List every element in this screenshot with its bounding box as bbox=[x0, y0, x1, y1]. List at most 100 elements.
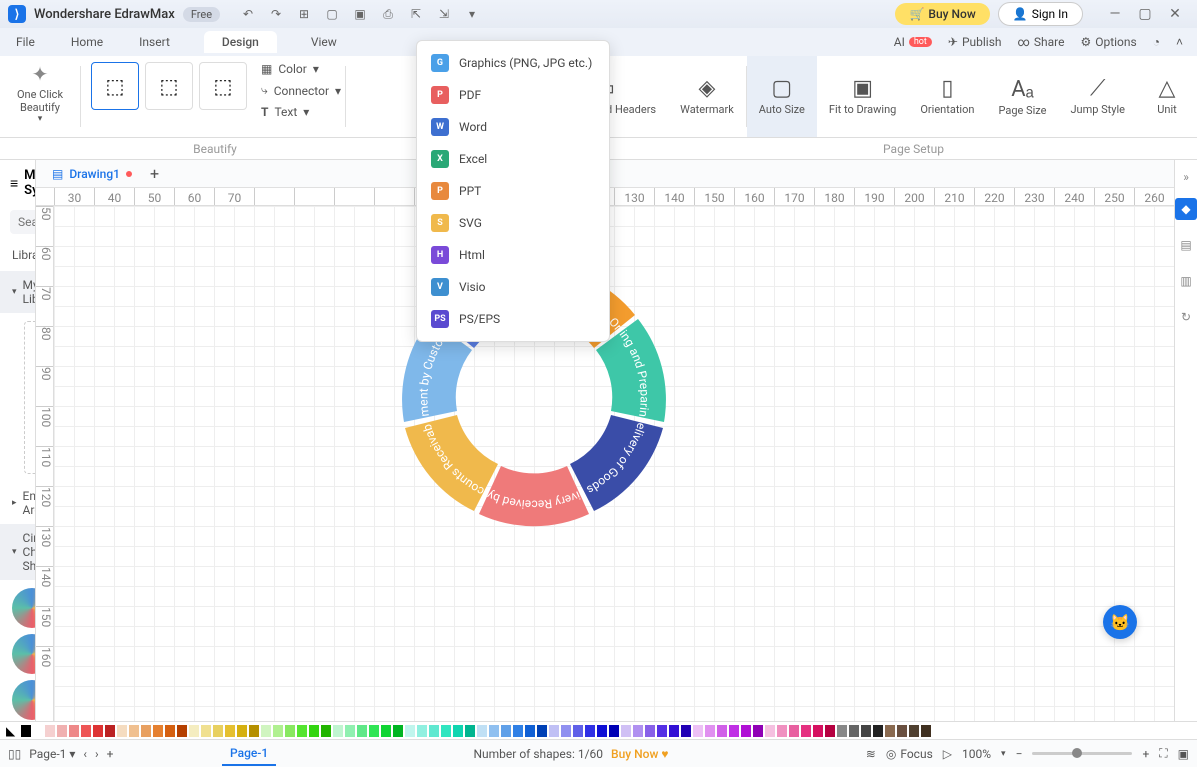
color-swatch[interactable] bbox=[789, 725, 799, 737]
fit-width-icon[interactable]: ⛶ bbox=[1159, 746, 1167, 761]
color-swatch[interactable] bbox=[741, 725, 751, 737]
text-menu[interactable]: TText ▾ bbox=[257, 103, 345, 121]
import-icon[interactable]: ⇲ bbox=[432, 4, 456, 24]
theme-tile-1[interactable]: ⬚ bbox=[91, 62, 139, 110]
color-swatch[interactable] bbox=[237, 725, 247, 737]
color-swatch[interactable] bbox=[69, 725, 79, 737]
library-link[interactable]: Library ︽ bbox=[12, 246, 36, 263]
export-ppt[interactable]: PPPT bbox=[417, 175, 609, 207]
color-swatch[interactable] bbox=[861, 725, 871, 737]
color-swatch[interactable] bbox=[777, 725, 787, 737]
color-swatch[interactable] bbox=[429, 725, 439, 737]
color-swatch[interactable] bbox=[465, 725, 475, 737]
color-swatch[interactable] bbox=[813, 725, 823, 737]
color-swatch[interactable] bbox=[477, 725, 487, 737]
color-swatch[interactable] bbox=[261, 725, 271, 737]
color-swatch[interactable] bbox=[321, 725, 331, 737]
color-swatch[interactable] bbox=[681, 725, 691, 737]
color-swatch[interactable] bbox=[405, 725, 415, 737]
export-excel[interactable]: XExcel bbox=[417, 143, 609, 175]
color-swatch[interactable] bbox=[717, 725, 727, 737]
menu-view[interactable]: View bbox=[309, 31, 339, 53]
auto-size[interactable]: ▢Auto Size bbox=[747, 56, 817, 137]
jump-style[interactable]: ⟋Jump Style bbox=[1058, 56, 1137, 137]
buy-now-button[interactable]: 🛒Buy Now bbox=[895, 3, 989, 25]
color-swatch[interactable] bbox=[441, 725, 451, 737]
color-swatch[interactable] bbox=[189, 725, 199, 737]
enterprise-group[interactable]: ▸Enterprise Architecture ✕ bbox=[0, 482, 35, 524]
color-swatch[interactable] bbox=[381, 725, 391, 737]
color-swatch[interactable] bbox=[549, 725, 559, 737]
undo-icon[interactable]: ↶ bbox=[236, 4, 260, 24]
shape-thumb[interactable] bbox=[12, 680, 35, 720]
color-swatch[interactable] bbox=[885, 725, 895, 737]
color-swatch[interactable] bbox=[177, 725, 187, 737]
color-swatch[interactable] bbox=[225, 725, 235, 737]
color-swatch[interactable] bbox=[213, 725, 223, 737]
color-swatch[interactable] bbox=[369, 725, 379, 737]
color-swatch[interactable] bbox=[129, 725, 139, 737]
color-swatch[interactable] bbox=[357, 725, 367, 737]
comment-icon[interactable]: ▥ bbox=[1175, 270, 1197, 292]
zoom-in-icon[interactable]: + bbox=[1142, 747, 1149, 761]
dropzone[interactable]: Drag symbols here to add to My Library bbox=[24, 321, 36, 474]
color-swatch[interactable] bbox=[573, 725, 583, 737]
prev-page-icon[interactable]: ‹ bbox=[83, 747, 87, 761]
add-tab-button[interactable]: + bbox=[150, 164, 159, 183]
color-swatch[interactable] bbox=[45, 725, 55, 737]
color-swatch[interactable] bbox=[765, 725, 775, 737]
color-swatch[interactable] bbox=[693, 725, 703, 737]
export-pdf[interactable]: PPDF bbox=[417, 79, 609, 111]
maximize-button[interactable]: ▢ bbox=[1131, 2, 1159, 26]
shape-thumb[interactable] bbox=[12, 588, 35, 628]
present-icon[interactable]: ▷ bbox=[943, 747, 952, 761]
options-button[interactable]: ⚙Options bbox=[1080, 35, 1136, 49]
color-picker[interactable]: ▦Color ▾ bbox=[257, 60, 345, 78]
menu-file[interactable]: File bbox=[14, 31, 37, 53]
notif-icon[interactable]: ◔ bbox=[1153, 35, 1160, 49]
color-swatch[interactable] bbox=[669, 725, 679, 737]
more-icon[interactable]: ▾ bbox=[460, 4, 484, 24]
color-swatch[interactable] bbox=[153, 725, 163, 737]
layers-icon[interactable]: ≋ bbox=[866, 747, 876, 761]
color-swatch[interactable] bbox=[333, 725, 343, 737]
export-svg[interactable]: SSVG bbox=[417, 207, 609, 239]
color-swatch[interactable] bbox=[849, 725, 859, 737]
share-button[interactable]: ∞Share bbox=[1018, 35, 1065, 49]
theme-icon[interactable]: ◆ bbox=[1175, 198, 1197, 220]
zoom-out-icon[interactable]: − bbox=[1016, 747, 1023, 761]
color-swatch[interactable] bbox=[345, 725, 355, 737]
new-icon[interactable]: ⊞ bbox=[292, 4, 316, 24]
search-input[interactable] bbox=[10, 210, 36, 234]
open-icon[interactable]: ▢ bbox=[320, 4, 344, 24]
close-button[interactable]: ✕ bbox=[1161, 2, 1189, 26]
color-swatch[interactable] bbox=[309, 725, 319, 737]
color-swatch[interactable] bbox=[897, 725, 907, 737]
color-swatch[interactable] bbox=[537, 725, 547, 737]
color-swatch[interactable] bbox=[297, 725, 307, 737]
canvas[interactable]: Processing the Orde ing and Preparing I … bbox=[54, 206, 1174, 721]
export-ps/eps[interactable]: PSPS/EPS bbox=[417, 303, 609, 335]
mylibrary-group[interactable]: ▾My Library ⇲+✕ bbox=[0, 271, 35, 313]
color-swatch[interactable] bbox=[561, 725, 571, 737]
color-swatch[interactable] bbox=[285, 725, 295, 737]
shape-thumb[interactable] bbox=[12, 634, 35, 674]
signin-button[interactable]: 👤Sign In bbox=[998, 2, 1083, 26]
color-swatch[interactable] bbox=[837, 725, 847, 737]
color-swatch[interactable] bbox=[141, 725, 151, 737]
color-swatch[interactable] bbox=[585, 725, 595, 737]
color-swatch[interactable] bbox=[273, 725, 283, 737]
menu-design[interactable]: Design bbox=[204, 31, 277, 53]
fit-page-icon[interactable]: ▣ bbox=[1178, 747, 1189, 761]
connector-menu[interactable]: ⤷Connector ▾ bbox=[257, 81, 345, 100]
page-size[interactable]: AₐPage Size bbox=[986, 56, 1058, 137]
redo-icon[interactable]: ↷ bbox=[264, 4, 288, 24]
color-swatch[interactable] bbox=[501, 725, 511, 737]
color-swatch[interactable] bbox=[165, 725, 175, 737]
page-selector[interactable]: Page-1 ▾ bbox=[29, 747, 75, 761]
eyedropper-icon[interactable]: ◣ bbox=[6, 724, 15, 738]
color-swatch[interactable] bbox=[921, 725, 931, 737]
menu-insert[interactable]: Insert bbox=[137, 31, 172, 53]
next-page-icon[interactable]: › bbox=[95, 747, 99, 761]
watermark[interactable]: ◈Watermark bbox=[668, 56, 746, 137]
